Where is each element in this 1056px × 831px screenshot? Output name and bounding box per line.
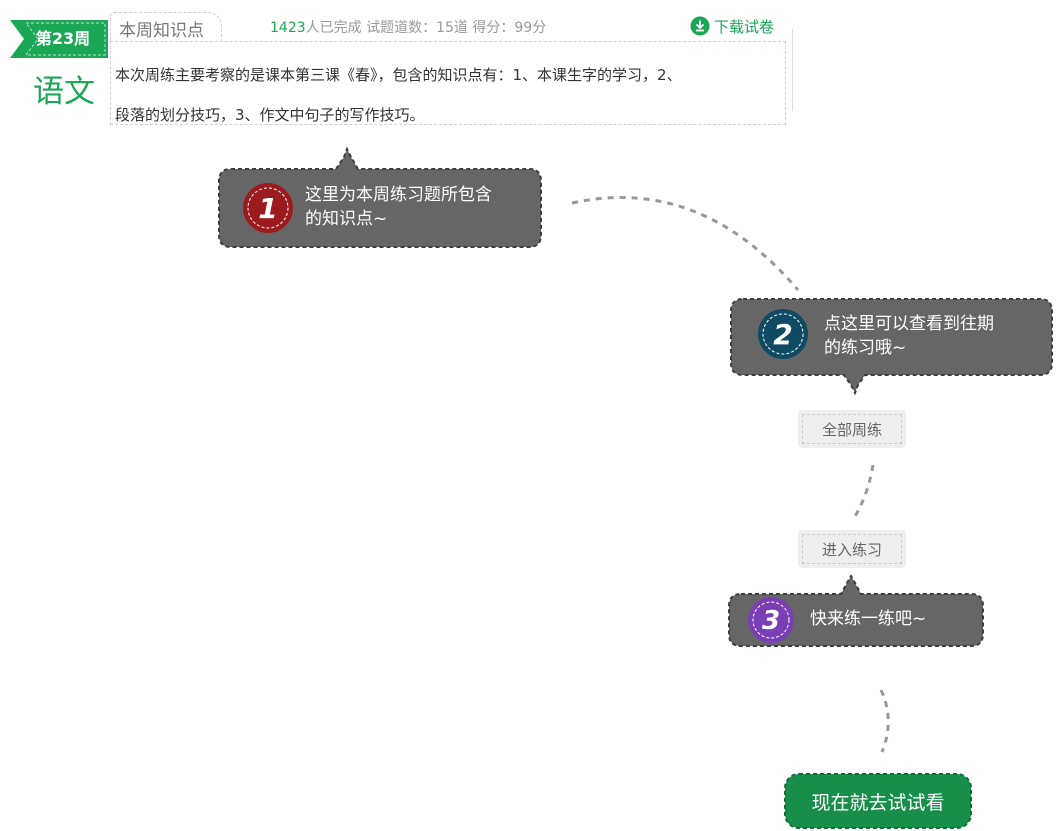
connector-2-3: [852, 464, 875, 519]
enter-practice-label: 进入练习: [802, 534, 902, 564]
all-weekly-label: 全部周练: [802, 414, 902, 444]
step-2-number: 2: [773, 318, 792, 351]
guide-tooltip-1: 1 这里为本周练习题所包含 的知识点~: [217, 146, 543, 249]
try-now-button[interactable]: 现在就去试试看: [784, 773, 972, 829]
step-2-text-line-2: 的练习哦~: [824, 338, 907, 358]
guide-tooltip-2: 2 点这里可以查看到往期 的练习哦~: [729, 297, 1056, 397]
step-3-number: 3: [762, 606, 780, 636]
step-1-number: 1: [258, 192, 277, 225]
try-now-label: 现在就去试试看: [811, 791, 945, 814]
all-weekly-button[interactable]: 全部周练: [798, 410, 906, 448]
step-2-text-line-1: 点这里可以查看到往期: [824, 314, 994, 334]
step-1-text-line-1: 这里为本周练习题所包含: [305, 185, 492, 205]
guide-tooltip-3: 3 快来练一练吧~: [727, 573, 985, 648]
step-1-text-line-2: 的知识点~: [305, 209, 388, 229]
enter-practice-button[interactable]: 进入练习: [798, 530, 906, 568]
connector-1-2: [571, 196, 800, 291]
step-3-text: 快来练一练吧~: [810, 609, 927, 629]
connector-3-cta: [879, 689, 890, 753]
